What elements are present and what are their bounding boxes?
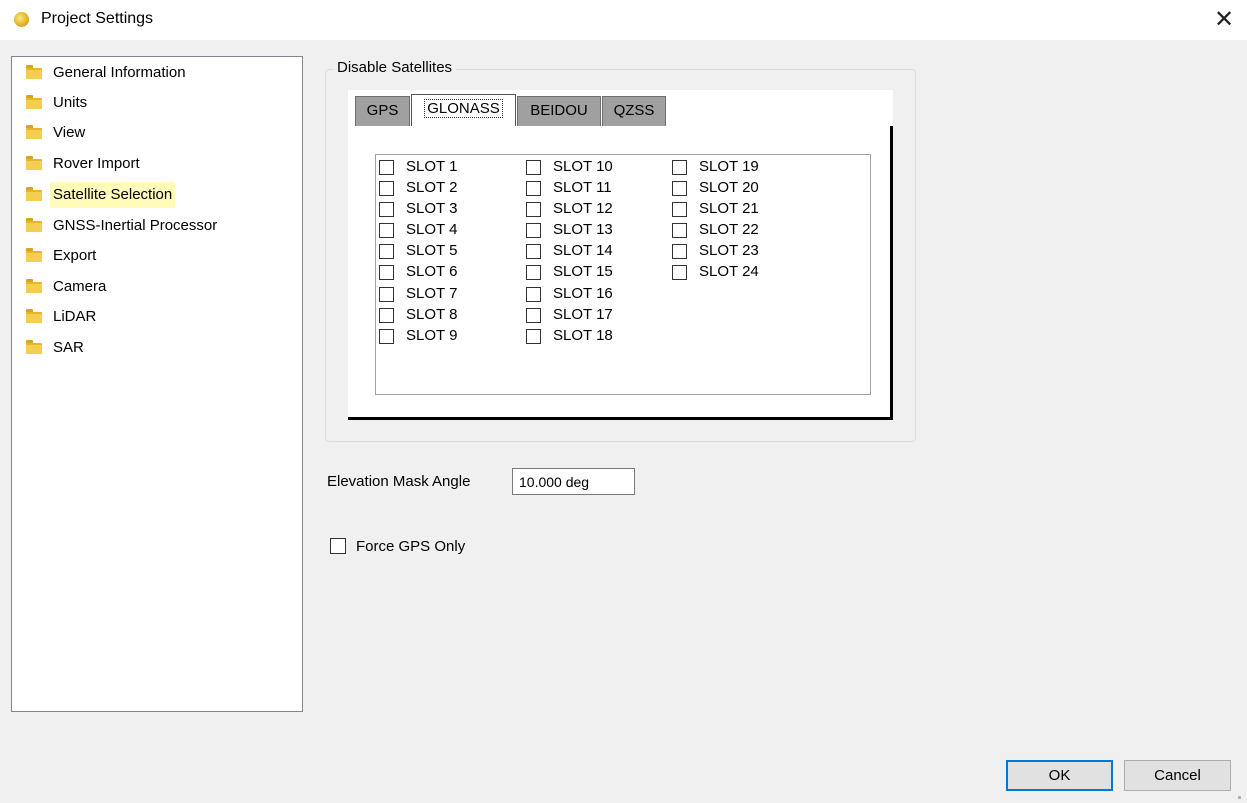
app-gear-icon: [14, 12, 29, 27]
checkbox[interactable]: [379, 287, 394, 302]
slot-label: SLOT 19: [699, 158, 759, 175]
tree-item-label: SAR: [53, 339, 84, 356]
folder-icon: [26, 156, 42, 170]
folder-icon: [26, 279, 42, 293]
slot-label: SLOT 17: [553, 306, 613, 323]
slot-label: SLOT 5: [406, 242, 458, 259]
checkbox[interactable]: [526, 223, 541, 238]
checkbox[interactable]: [379, 265, 394, 280]
tab-label: GLONASS: [424, 99, 503, 118]
checkbox[interactable]: [672, 160, 687, 175]
slot-label: SLOT 7: [406, 285, 458, 302]
tree-item-label: Satellite Selection: [50, 182, 176, 208]
checkbox[interactable]: [526, 244, 541, 259]
folder-icon: [26, 95, 42, 109]
window-title: Project Settings: [41, 10, 154, 27]
slot-label: SLOT 11: [553, 179, 612, 196]
folder-icon: [26, 340, 42, 354]
tab-label: BEIDOU: [530, 102, 588, 119]
checkbox[interactable]: [379, 223, 394, 238]
tree-item-label: LiDAR: [53, 308, 97, 325]
force-gps-only-label[interactable]: Force GPS Only: [356, 538, 465, 555]
checkbox[interactable]: [379, 202, 394, 217]
tree-item-label: Units: [53, 94, 88, 111]
slot-label: SLOT 15: [553, 263, 613, 280]
close-icon[interactable]: ✕: [1210, 6, 1238, 34]
elevation-mask-label: Elevation Mask Angle: [327, 473, 471, 490]
slot-label: SLOT 10: [553, 158, 613, 175]
tab-glonass[interactable]: GLONASS: [411, 94, 516, 126]
checkbox[interactable]: [379, 329, 394, 344]
slot-label: SLOT 1: [406, 158, 458, 175]
tab-label: GPS: [366, 102, 399, 119]
elevation-mask-input[interactable]: [512, 468, 635, 495]
slot-label: SLOT 14: [553, 242, 613, 259]
checkbox[interactable]: [672, 181, 687, 196]
slot-label: SLOT 13: [553, 221, 613, 238]
tree-item-label: Rover Import: [53, 155, 140, 172]
folder-icon: [26, 248, 42, 262]
checkbox[interactable]: [526, 160, 541, 175]
tab-qzss[interactable]: QZSS: [602, 96, 666, 126]
settings-tree: General Information Units View Rover Imp…: [11, 56, 303, 712]
checkbox[interactable]: [526, 308, 541, 323]
checkbox[interactable]: [672, 244, 687, 259]
title-bar: Project Settings ✕: [0, 0, 1247, 40]
slot-label: SLOT 23: [699, 242, 759, 259]
checkbox[interactable]: [526, 265, 541, 280]
force-gps-only-checkbox[interactable]: [330, 538, 346, 554]
tab-label: QZSS: [613, 102, 655, 119]
folder-icon: [26, 125, 42, 139]
slot-label: SLOT 8: [406, 306, 458, 323]
folder-icon: [26, 309, 42, 323]
folder-icon: [26, 187, 42, 201]
slot-label: SLOT 3: [406, 200, 458, 217]
slot-label: SLOT 4: [406, 221, 458, 238]
slot-label: SLOT 2: [406, 179, 458, 196]
checkbox[interactable]: [672, 265, 687, 280]
folder-icon: [26, 65, 42, 79]
tree-item-label: Camera: [53, 278, 107, 295]
slot-label: SLOT 6: [406, 263, 458, 280]
slot-label: SLOT 21: [699, 200, 759, 217]
cancel-button[interactable]: Cancel: [1124, 760, 1231, 791]
ok-button[interactable]: OK: [1006, 760, 1113, 791]
checkbox[interactable]: [379, 160, 394, 175]
checkbox[interactable]: [379, 181, 394, 196]
group-label: Disable Satellites: [333, 59, 457, 76]
tree-item-label: General Information: [53, 64, 186, 81]
folder-icon: [26, 218, 42, 232]
slot-label: SLOT 18: [553, 327, 613, 344]
checkbox[interactable]: [526, 181, 541, 196]
slot-label: SLOT 9: [406, 327, 458, 344]
slot-checklist[interactable]: SLOT 1 SLOT 2 SLOT 3 SLOT 4 SLOT 5 SLOT …: [375, 154, 871, 395]
checkbox[interactable]: [672, 223, 687, 238]
checkbox[interactable]: [526, 202, 541, 217]
slot-label: SLOT 22: [699, 221, 759, 238]
tree-item-label: GNSS-Inertial Processor: [53, 217, 218, 234]
slot-label: SLOT 12: [553, 200, 613, 217]
slot-label: SLOT 20: [699, 179, 759, 196]
slot-label: SLOT 16: [553, 285, 613, 302]
checkbox[interactable]: [379, 244, 394, 259]
checkbox[interactable]: [526, 287, 541, 302]
tab-beidou[interactable]: BEIDOU: [517, 96, 601, 126]
checkbox[interactable]: [379, 308, 394, 323]
tree-item-label: View: [53, 124, 86, 141]
slot-label: SLOT 24: [699, 263, 759, 280]
tab-gps[interactable]: GPS: [355, 96, 410, 126]
checkbox[interactable]: [672, 202, 687, 217]
resize-grip[interactable]: [1238, 796, 1241, 799]
checkbox[interactable]: [526, 329, 541, 344]
tree-item-label: Export: [53, 247, 97, 264]
